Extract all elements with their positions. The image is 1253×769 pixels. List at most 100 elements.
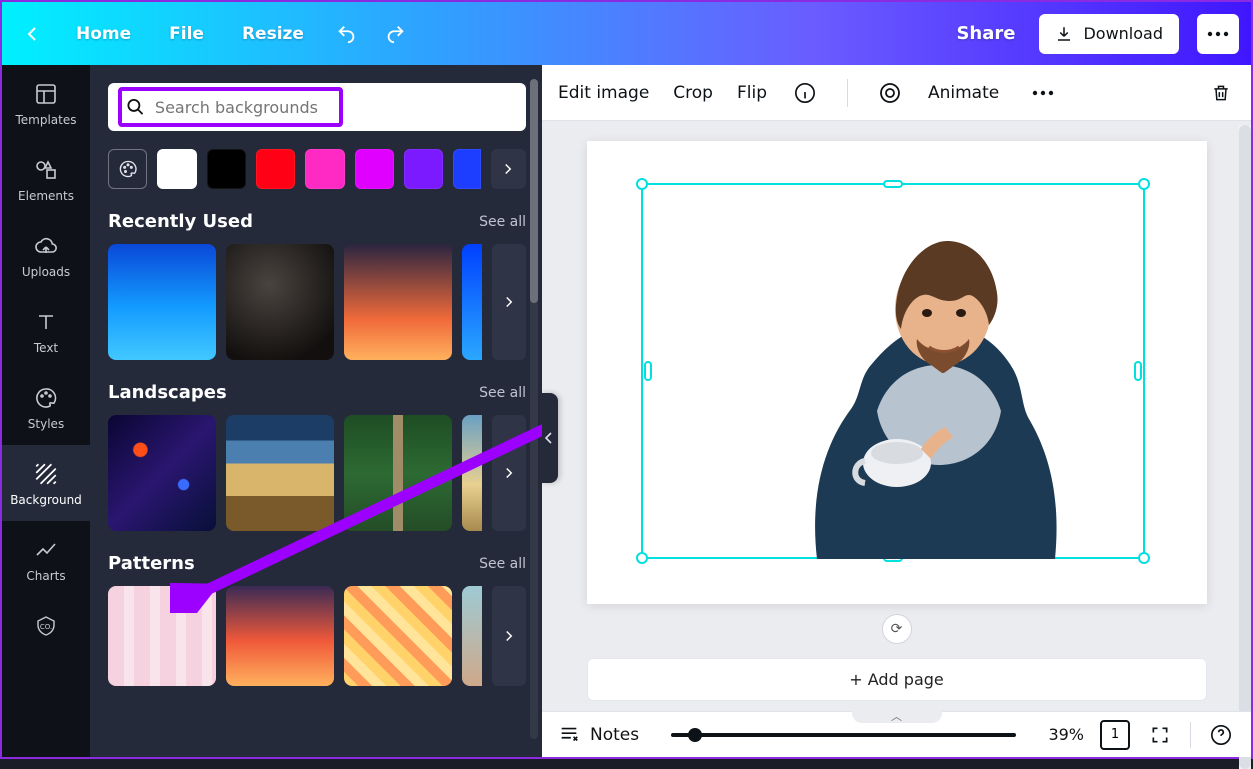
notes-label: Notes — [590, 725, 639, 745]
download-button[interactable]: Download — [1039, 14, 1179, 54]
add-page-label: + Add page — [849, 670, 944, 689]
page-indicator[interactable]: 1 — [1100, 720, 1130, 750]
bg-thumb[interactable] — [226, 244, 334, 360]
section-recent: Recently Used See all — [108, 211, 526, 360]
swatch-blue[interactable] — [453, 149, 481, 189]
see-all-recent[interactable]: See all — [479, 214, 526, 230]
color-picker-button[interactable] — [108, 149, 147, 189]
nav-label: Charts — [26, 569, 65, 583]
more-icon: CO. — [33, 613, 59, 639]
swatch-red[interactable] — [256, 149, 295, 189]
animate-icon — [876, 79, 904, 107]
svg-text:CO.: CO. — [40, 623, 52, 631]
swatch-black[interactable] — [207, 149, 246, 189]
nav-text[interactable]: Text — [2, 293, 90, 369]
nav-label: Uploads — [22, 265, 70, 279]
canvas-scrollbar[interactable] — [1239, 125, 1251, 769]
nav-more[interactable]: CO. — [2, 597, 90, 653]
bg-thumb[interactable] — [108, 415, 216, 531]
canvas-area: Edit image Crop Flip Animate — [542, 65, 1251, 757]
bg-thumb[interactable] — [344, 415, 452, 531]
nav-label: Styles — [28, 417, 64, 431]
swatch-violet[interactable] — [404, 149, 443, 189]
styles-icon — [33, 385, 59, 411]
bg-thumb[interactable] — [462, 244, 482, 360]
nav-label: Text — [34, 341, 58, 355]
zoom-value: 39% — [1048, 725, 1084, 744]
text-icon — [33, 309, 59, 335]
background-panel: Recently Used See all Landscapes See all — [90, 65, 542, 757]
nav-elements[interactable]: Elements — [2, 141, 90, 217]
fullscreen-icon[interactable] — [1146, 721, 1174, 749]
side-nav: Templates Elements Uploads Text Styles — [2, 65, 90, 757]
toolbar-more-button[interactable] — [1029, 79, 1057, 107]
bg-thumb[interactable] — [344, 586, 452, 686]
trash-icon[interactable] — [1207, 79, 1235, 107]
landscapes-next-button[interactable] — [492, 415, 526, 531]
search-input[interactable] — [155, 98, 333, 117]
more-button[interactable] — [1197, 14, 1239, 54]
section-landscapes: Landscapes See all — [108, 382, 526, 531]
share-button[interactable]: Share — [942, 15, 1029, 52]
top-bar: Home File Resize Share Download — [2, 2, 1251, 65]
edit-image-button[interactable]: Edit image — [558, 83, 649, 103]
bg-thumb[interactable] — [108, 244, 216, 360]
page-drawer-handle[interactable]: ︿ — [852, 709, 942, 723]
panel-collapse-button[interactable] — [540, 393, 558, 483]
see-all-landscapes[interactable]: See all — [479, 385, 526, 401]
info-icon[interactable] — [791, 79, 819, 107]
canvas-page[interactable] — [587, 141, 1207, 604]
help-icon[interactable] — [1207, 721, 1235, 749]
nav-background[interactable]: Background — [2, 445, 90, 521]
search-icon — [126, 96, 145, 118]
nav-templates[interactable]: Templates — [2, 65, 90, 141]
section-title: Landscapes — [108, 382, 227, 403]
nav-label: Background — [10, 493, 82, 507]
swatch-white[interactable] — [157, 149, 196, 189]
footer-bar: ︿ Notes 39% 1 — [542, 711, 1251, 757]
redo-icon[interactable] — [376, 15, 414, 53]
canvas-toolbar: Edit image Crop Flip Animate — [542, 65, 1251, 121]
elements-icon — [33, 157, 59, 183]
section-title: Recently Used — [108, 211, 253, 232]
resize-button[interactable]: Resize — [228, 16, 318, 52]
bg-thumb[interactable] — [108, 586, 216, 686]
panel-scrollbar[interactable] — [530, 79, 538, 739]
swatch-next-button[interactable] — [491, 149, 526, 189]
search-bar[interactable] — [108, 83, 526, 131]
patterns-next-button[interactable] — [492, 586, 526, 686]
download-label: Download — [1083, 24, 1163, 43]
flip-button[interactable]: Flip — [737, 83, 767, 103]
home-button[interactable]: Home — [62, 16, 145, 52]
bg-thumb[interactable] — [226, 586, 334, 686]
back-icon[interactable] — [14, 15, 52, 53]
bg-thumb[interactable] — [462, 415, 482, 531]
nav-uploads[interactable]: Uploads — [2, 217, 90, 293]
notes-icon — [558, 724, 580, 746]
animate-button[interactable]: Animate — [928, 83, 999, 103]
swatch-magenta[interactable] — [355, 149, 394, 189]
undo-icon[interactable] — [328, 15, 366, 53]
swap-orientation-button[interactable]: ⟳ — [882, 614, 912, 644]
zoom-slider[interactable] — [655, 733, 1032, 737]
notes-button[interactable]: Notes — [558, 724, 639, 746]
download-icon — [1055, 25, 1073, 43]
section-patterns: Patterns See all — [108, 553, 526, 686]
nav-charts[interactable]: Charts — [2, 521, 90, 597]
recent-next-button[interactable] — [492, 244, 526, 360]
nav-label: Templates — [15, 113, 76, 127]
nav-styles[interactable]: Styles — [2, 369, 90, 445]
bg-thumb[interactable] — [344, 244, 452, 360]
see-all-patterns[interactable]: See all — [479, 556, 526, 572]
nav-label: Elements — [18, 189, 74, 203]
background-icon — [33, 461, 59, 487]
bg-thumb[interactable] — [226, 415, 334, 531]
swatch-pink[interactable] — [305, 149, 344, 189]
add-page-button[interactable]: + Add page — [587, 658, 1207, 701]
bg-thumb[interactable] — [462, 586, 482, 686]
crop-button[interactable]: Crop — [673, 83, 713, 103]
uploads-icon — [33, 233, 59, 259]
file-button[interactable]: File — [155, 16, 218, 52]
canvas-image[interactable] — [757, 201, 1077, 559]
charts-icon — [33, 537, 59, 563]
